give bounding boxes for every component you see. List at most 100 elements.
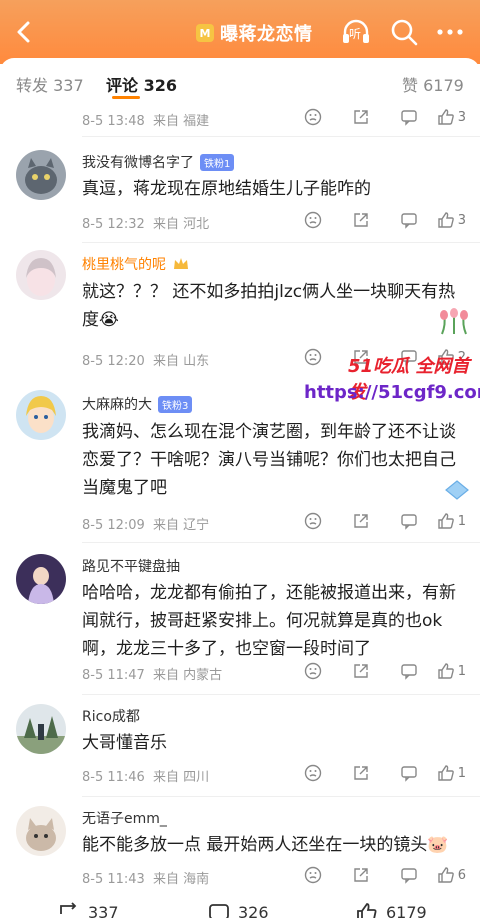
- reply-button[interactable]: [370, 108, 418, 126]
- share-button[interactable]: [322, 866, 370, 884]
- share-button[interactable]: [322, 211, 370, 229]
- comment-meta: 8-5 11:46 来自 四川: [82, 766, 209, 785]
- dislike-icon: [304, 764, 322, 782]
- share-icon: [354, 110, 368, 124]
- user-name[interactable]: Rico成都: [82, 706, 140, 726]
- user-name[interactable]: 我没有微博名字了 铁粉1: [82, 152, 235, 172]
- user-name[interactable]: 大麻麻的大 铁粉3: [82, 394, 193, 414]
- like-button[interactable]: 3: [418, 211, 466, 229]
- dislike-button[interactable]: [274, 662, 322, 680]
- comment-source: 来自 四川: [152, 770, 210, 785]
- dislike-icon: [304, 108, 322, 126]
- dislike-button[interactable]: [274, 764, 322, 782]
- reply-button[interactable]: [370, 764, 418, 782]
- tab-comments-label: 评论: [106, 76, 139, 95]
- comment-text: 真逗，蒋龙现在原地结婚生儿子能咋的: [82, 179, 371, 199]
- comment-text: 能不能多放一点 最开始两人还坐在一块的镜头🐷: [82, 835, 449, 855]
- dislike-button[interactable]: [274, 512, 322, 530]
- user-name[interactable]: 无语子emm_: [82, 808, 167, 828]
- more-icon[interactable]: [434, 16, 466, 48]
- avatar[interactable]: [16, 150, 66, 200]
- listen-button[interactable]: 听: [340, 16, 372, 48]
- cat-avatar-image: [16, 150, 66, 200]
- tulip-decoration-icon: [440, 308, 468, 335]
- header-title-group: M 曝蒋龙恋情: [196, 20, 313, 46]
- tab-comments[interactable]: 评论 326: [106, 72, 177, 96]
- tab-bar: 转发 337 评论 326 赞 6179: [0, 58, 480, 102]
- share-icon: [354, 213, 368, 227]
- dislike-button[interactable]: [274, 866, 322, 884]
- thumbs-up-icon: [438, 867, 454, 883]
- user-name-text: 我没有微博名字了: [82, 155, 194, 171]
- like-button[interactable]: 1: [418, 662, 466, 680]
- reply-button[interactable]: [370, 211, 418, 229]
- outdoor-avatar-image: [16, 704, 66, 754]
- share-button[interactable]: [322, 512, 370, 530]
- fan-badge: 铁粉1: [200, 153, 235, 171]
- avatar[interactable]: [16, 704, 66, 754]
- comment-actions: 1: [274, 662, 466, 680]
- dislike-button[interactable]: [274, 211, 322, 229]
- share-button[interactable]: [322, 662, 370, 680]
- share-button[interactable]: [322, 764, 370, 782]
- divider: [82, 542, 480, 543]
- reply-button[interactable]: [370, 512, 418, 530]
- like-button[interactable]: 3: [418, 108, 466, 126]
- tab-repost-count: 337: [53, 76, 84, 95]
- user-name-text: Rico成都: [82, 709, 140, 725]
- watermark-url: https://51cgf9.com: [304, 382, 480, 403]
- share-icon: [354, 664, 368, 678]
- thumbs-up-icon: [438, 212, 454, 228]
- comment-meta: 8-5 11:47 来自 内蒙古: [82, 664, 222, 683]
- tab-likes[interactable]: 赞 6179: [402, 72, 464, 96]
- like-post-button[interactable]: 6179: [356, 902, 427, 918]
- repost-button[interactable]: 337: [58, 902, 119, 918]
- like-count: 3: [457, 212, 466, 228]
- reply-button[interactable]: [370, 866, 418, 884]
- bottom-action-bar: 337 326 6179: [0, 898, 480, 918]
- comment-button[interactable]: 326: [208, 902, 269, 918]
- listen-label: 听: [349, 27, 362, 41]
- comment-text: 哈哈哈，龙龙都有偷拍了，还能被报道出来，有新闻就行，披哥赶紧安排上。何况就算是真…: [82, 583, 456, 659]
- avatar[interactable]: [16, 390, 66, 440]
- like-button[interactable]: 1: [418, 512, 466, 530]
- page-title: 曝蒋龙恋情: [220, 24, 313, 45]
- comment-actions: 1: [274, 764, 466, 782]
- prev-comment-meta: 8-5 13:48 来自 福建: [82, 110, 209, 129]
- dislike-button[interactable]: [274, 108, 322, 126]
- like-button[interactable]: 6: [418, 866, 466, 884]
- thumbs-up-icon: [438, 765, 454, 781]
- avatar[interactable]: [16, 806, 66, 856]
- avatar[interactable]: [16, 554, 66, 604]
- tab-likes-count: 6179: [423, 76, 464, 95]
- avatar[interactable]: [16, 250, 66, 300]
- comment-icon: [401, 213, 417, 229]
- comment-text: 就这？？？ 还不如多拍拍jlzc俩人坐一块聊天有热度😭: [82, 282, 456, 330]
- thumbs-up-icon: [438, 513, 454, 529]
- comment-source: 来自 海南: [152, 872, 210, 887]
- reply-button[interactable]: [370, 662, 418, 680]
- like-button[interactable]: 1: [418, 764, 466, 782]
- girl-avatar-image: [16, 250, 66, 300]
- dislike-icon: [304, 662, 322, 680]
- user-name[interactable]: 路见不平键盘抽: [82, 556, 180, 576]
- comment-count: 326: [238, 902, 269, 918]
- like-total-count: 6179: [386, 902, 427, 918]
- comment-text: 大哥懂音乐: [82, 733, 167, 753]
- repost-icon: [60, 902, 77, 914]
- tab-comments-count: 326: [143, 76, 177, 95]
- tab-repost[interactable]: 转发 337: [16, 72, 84, 96]
- user-name[interactable]: 桃里桃气的呢: [82, 254, 190, 274]
- back-arrow-icon[interactable]: [10, 18, 38, 46]
- comment-time: 8-5 11:43: [82, 872, 145, 887]
- comment-actions: 1: [274, 512, 466, 530]
- comment-time: 8-5 13:48: [82, 114, 145, 129]
- crown-badge-icon: [174, 258, 188, 269]
- watermark: 51吃瓜 全网首发 https://51cgf9.com: [292, 352, 480, 412]
- like-count: 1: [457, 513, 466, 529]
- share-button[interactable]: [322, 108, 370, 126]
- comment-text: 我滴妈、怎么现在混个演艺圈，到年龄了还不让谈恋爱了？干啥呢？演八号当铺呢？你们也…: [82, 422, 456, 498]
- comment-meta: 8-5 12:09 来自 辽宁: [82, 514, 209, 533]
- search-icon[interactable]: [388, 16, 420, 48]
- comment-source: 来自 山东: [152, 354, 210, 369]
